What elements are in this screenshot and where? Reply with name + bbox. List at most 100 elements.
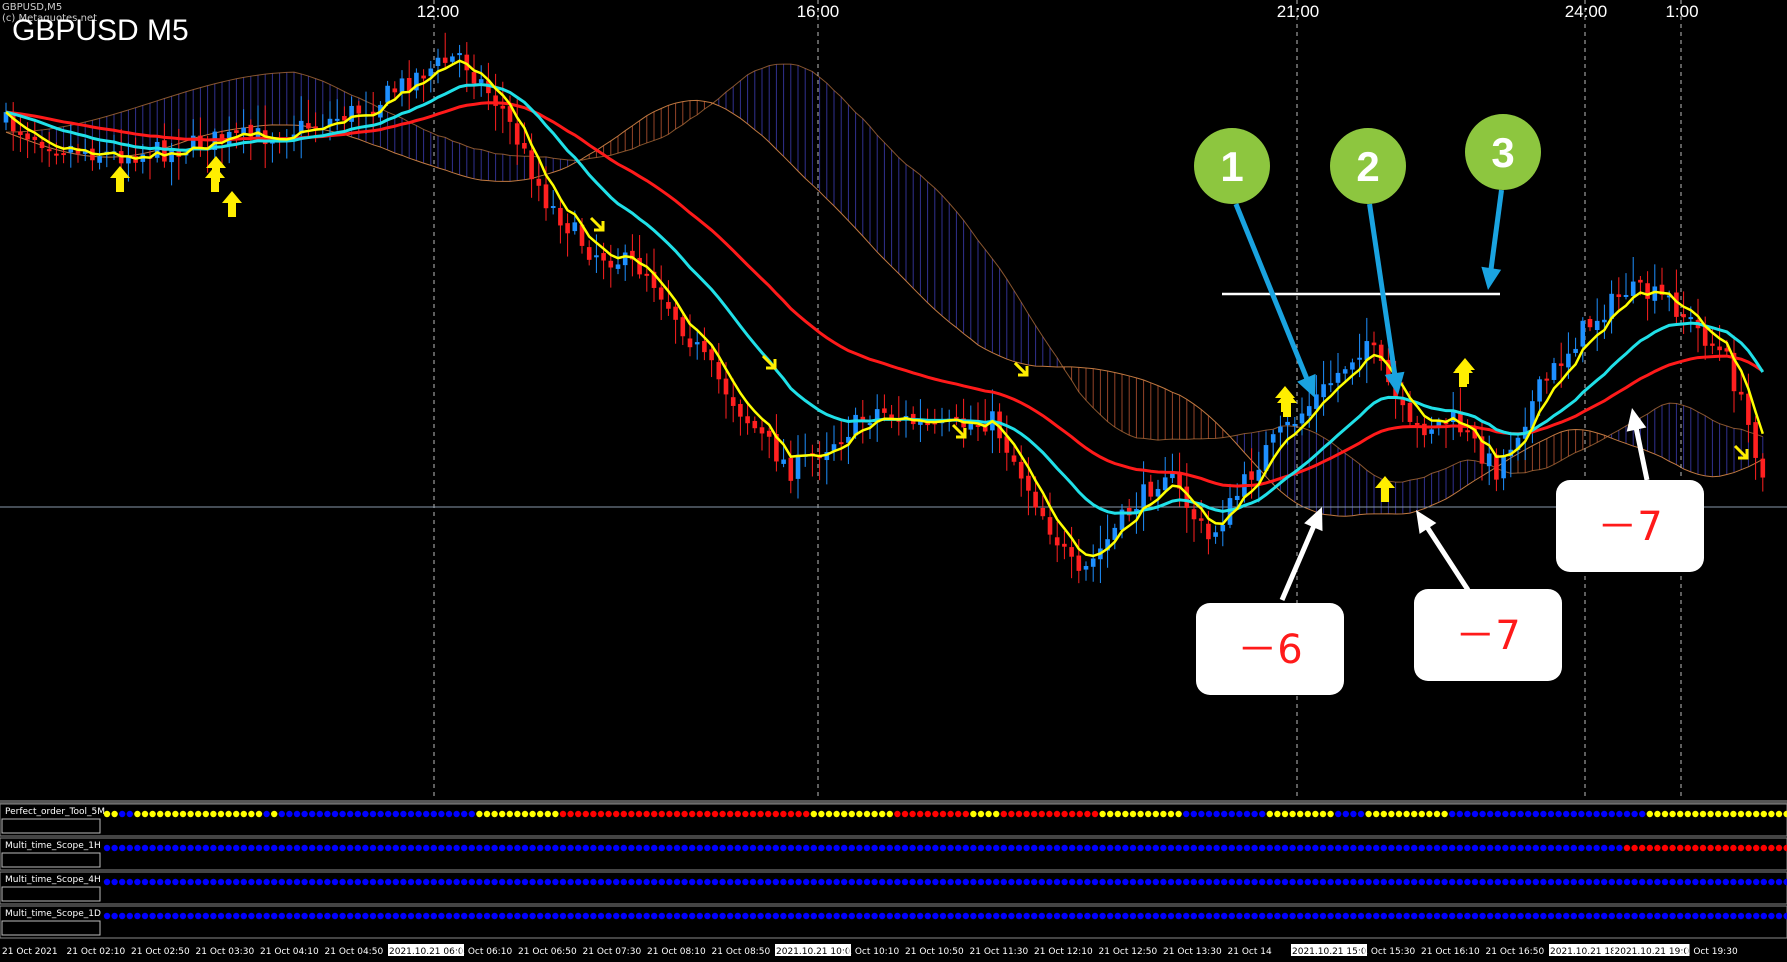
indicator-dot (483, 912, 491, 920)
indicator-dot (1441, 912, 1448, 920)
indicator-dot (514, 844, 521, 852)
indicator-dot (1373, 844, 1380, 852)
indicator-dot (803, 810, 810, 818)
candle-body (586, 247, 592, 260)
indicator-dot (787, 810, 795, 818)
indicator-dot (719, 912, 726, 920)
indicator-dot (1160, 810, 1167, 818)
indicator-dot (271, 844, 278, 852)
indicator-dot (225, 912, 232, 920)
candle-body (766, 430, 772, 437)
indicator-dot (1699, 878, 1707, 886)
indicator-dot (324, 912, 331, 920)
indicator-dot (506, 810, 513, 818)
indicator-dot (1585, 912, 1593, 920)
indicator-dot (362, 912, 369, 920)
indicator-dot (1525, 844, 1532, 852)
indicator-dot (1684, 912, 1692, 920)
indicator-dot (1388, 878, 1395, 886)
indicator-dot (1084, 810, 1091, 818)
indicator-dot (803, 878, 810, 886)
indicator-dot (1076, 912, 1084, 920)
indicator-dot (1236, 912, 1243, 920)
candle-body (1350, 362, 1355, 370)
indicator-dot (1327, 810, 1334, 818)
indicator-dot (1312, 810, 1319, 818)
indicator-dot (1433, 844, 1441, 852)
indicator-dot (818, 810, 825, 818)
candle-body (1018, 461, 1024, 479)
indicator-dot (1274, 810, 1281, 818)
indicator-dot (1760, 844, 1768, 852)
chart-canvas[interactable]: 12:00 16:00 21:00 24:00 1:00 1 2 3 －6 －7 －7 Perfect… (0, 0, 1787, 962)
indicator-dot (1221, 912, 1228, 920)
bottom-time-label: 21 Oct 12:10 (1034, 947, 1093, 957)
indicator-dot (993, 878, 1000, 886)
indicator-dot (134, 878, 141, 886)
candle-body (716, 362, 722, 380)
indicator-dot (1137, 810, 1144, 818)
price-chart[interactable]: 12:00 16:00 21:00 24:00 1:00 1 2 3 －6 －7 －7 Perfect… (0, 0, 1787, 962)
indicator-dot (742, 844, 749, 852)
indicator-dot (1312, 844, 1319, 852)
indicator-dot (1160, 844, 1167, 852)
indicator-dot (1069, 844, 1076, 852)
indicator-dot (1038, 844, 1046, 852)
candle-body (162, 140, 167, 162)
indicator-dot (126, 844, 133, 852)
candle-body (450, 56, 455, 62)
candle-body (781, 459, 786, 464)
candle-body (1206, 523, 1211, 540)
indicator-dot (757, 844, 764, 852)
loss-arrow-head (1626, 408, 1647, 432)
indicator-dot (795, 878, 802, 886)
indicator-dot (1616, 878, 1623, 886)
indicator-dot (939, 912, 947, 920)
indicator-dot (248, 912, 255, 920)
indicator-dot (423, 912, 430, 920)
indicator-dot (810, 878, 817, 886)
indicator-dot (1753, 912, 1760, 920)
indicator-dot (537, 912, 544, 920)
indicator-dot (1046, 844, 1053, 852)
indicator-dot (1107, 878, 1114, 886)
indicator-dot (309, 810, 316, 818)
candle-body (61, 153, 66, 156)
indicator-dot (278, 912, 285, 920)
indicator-dot (1137, 912, 1144, 920)
indicator-dot (1449, 878, 1456, 886)
indicator-dot (438, 844, 445, 852)
indicator-dot (1251, 810, 1258, 818)
indicator-dot (1274, 912, 1281, 920)
indicator-dot (149, 912, 156, 920)
indicator-dot (552, 878, 559, 886)
indicator-dot (1304, 878, 1312, 886)
indicator-dot (103, 912, 111, 920)
candle-body (687, 338, 693, 348)
indicator-dot (734, 878, 741, 886)
indicator-dot (871, 844, 878, 852)
indicator-dot (1038, 878, 1046, 886)
indicator-dot (787, 844, 795, 852)
indicator-dot (491, 878, 498, 886)
indicator-dot (1259, 844, 1266, 852)
indicator-dot (1494, 912, 1502, 920)
indicator-dot (1023, 844, 1030, 852)
indicator-dot (787, 878, 795, 886)
indicator-dot (1426, 844, 1433, 852)
indicator-dot (909, 810, 916, 818)
indicator-dot (879, 810, 886, 818)
candle-body (795, 454, 801, 479)
indicator-dot (164, 844, 171, 852)
indicator-dot (514, 912, 521, 920)
indicator-dot (1646, 878, 1654, 886)
indicator-dot (392, 810, 399, 818)
indicator-dot (164, 810, 171, 818)
indicator-dot (863, 878, 871, 886)
indicator-dot (1585, 844, 1593, 852)
indicator-dot (955, 844, 962, 852)
indicator-dot (1585, 878, 1593, 886)
candle-body (500, 105, 506, 109)
indicator-dot (445, 878, 453, 886)
top-time-label: 24:00 (1565, 2, 1608, 21)
